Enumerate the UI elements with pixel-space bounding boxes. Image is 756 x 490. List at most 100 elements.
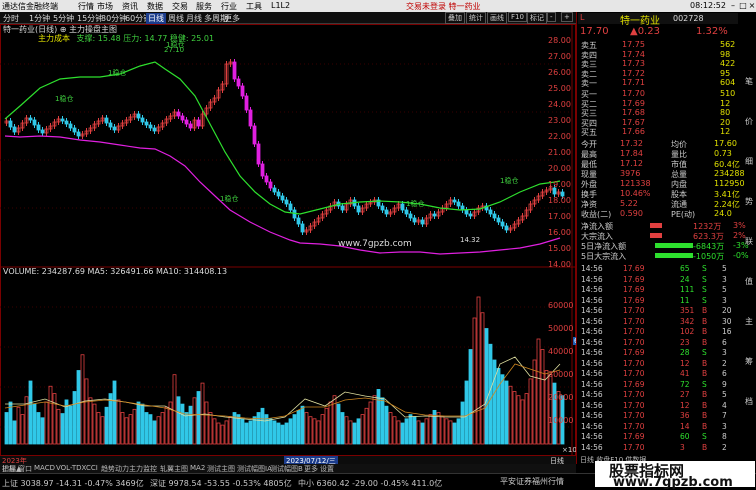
menu-item-market[interactable]: 市场	[97, 1, 113, 12]
menu-bar: 通达信金融终端 行情 市场 资讯 数据 交易 服务 行业 工具 L1L2 交易未…	[0, 0, 756, 12]
tick-time: 14:56	[581, 285, 603, 294]
tick-volume: 41	[680, 369, 690, 378]
candle-body	[152, 127, 157, 132]
volume-bar	[28, 380, 33, 445]
volume-bar	[172, 374, 177, 445]
pressure-line	[4, 61, 561, 215]
volume-bar	[452, 422, 457, 445]
bid-volume: 12	[720, 127, 731, 136]
candle-body	[136, 113, 141, 119]
tick-time: 14:56	[581, 379, 603, 389]
period-tab-weekly[interactable]: 周线	[168, 13, 184, 24]
ask-volume: 95	[720, 68, 731, 78]
period-tab-30min[interactable]: 30分钟	[101, 13, 127, 24]
tick-count: 6	[722, 337, 727, 347]
site-label: www.7gpzb.com	[338, 239, 412, 249]
close-icon[interactable]: ×	[747, 1, 756, 10]
side-tab[interactable]: 档	[744, 396, 754, 407]
tick-time: 14:56	[581, 400, 603, 410]
stock-code: 002728	[673, 14, 704, 23]
period-tab-monthly[interactable]: 月线	[186, 13, 202, 24]
period-tab-more[interactable]: 更多	[224, 13, 240, 24]
period-tab-5min[interactable]: 5分钟	[53, 13, 74, 24]
candle-body	[72, 127, 77, 133]
menu-item-service[interactable]: 服务	[196, 1, 212, 12]
volume-bar	[244, 422, 249, 445]
side-tab[interactable]: 价	[744, 116, 754, 127]
volume-bar	[156, 416, 161, 445]
app-title: 通达信金融终端	[2, 2, 58, 11]
volume-bar	[420, 422, 425, 445]
side-tab[interactable]: 势	[744, 196, 754, 207]
tick-count: 3	[722, 421, 727, 431]
volume-bar	[508, 385, 513, 445]
stat-value: 121338	[620, 179, 651, 188]
draw-button[interactable]: 画线	[487, 12, 507, 24]
signal-label-left: 1稳仓	[108, 69, 127, 77]
login-notice[interactable]: 交易未登录 特一药业	[406, 1, 481, 12]
candle-body	[256, 143, 261, 165]
tick-time: 14:56	[581, 264, 603, 273]
stats-button[interactable]: 统计	[466, 12, 486, 24]
tick-time: 14:56	[581, 316, 603, 326]
volume-bar	[212, 418, 217, 445]
bid-label: 买五	[581, 128, 597, 137]
candle-body	[504, 225, 509, 231]
tick-time: 14:56	[581, 421, 603, 431]
menu-item-l1l2[interactable]: L1L2	[271, 1, 290, 10]
volume-bar	[180, 403, 185, 445]
menu-item-news[interactable]: 资讯	[122, 1, 138, 12]
kline-chart[interactable]	[0, 24, 576, 456]
menu-item-tools[interactable]: 工具	[246, 1, 262, 12]
candle-body	[384, 209, 389, 215]
volume-bar	[388, 412, 393, 445]
volume-bar	[268, 418, 273, 445]
side-tab[interactable]: 细	[744, 156, 754, 167]
volume-bar	[436, 412, 441, 445]
side-tab[interactable]: 主	[744, 316, 754, 327]
tick-volume: 351	[680, 306, 695, 315]
volume-tick: 50000	[548, 324, 574, 333]
tick-price: 17.70	[623, 390, 645, 399]
flow-bar	[650, 223, 662, 228]
menu-item-industry[interactable]: 行业	[221, 1, 237, 12]
period-tab-15min[interactable]: 15分钟	[77, 13, 103, 24]
candle-body	[264, 175, 269, 183]
volume-bar	[260, 407, 265, 445]
zoom-out-button[interactable]: -	[547, 12, 556, 22]
side-tab[interactable]: 联	[744, 236, 754, 247]
expand-button[interactable]: 扩展▲	[2, 464, 21, 474]
period-tab-1min[interactable]: 1分钟	[29, 13, 50, 24]
tick-price: 17.70	[623, 316, 645, 326]
tick-volume: 28	[680, 348, 690, 357]
menu-item-quote[interactable]: 行情	[78, 1, 94, 12]
candle-body	[188, 123, 193, 129]
volume-bar	[276, 422, 281, 445]
tick-count: 2	[722, 442, 727, 452]
mark-button[interactable]: 标记	[527, 12, 547, 24]
side-tab[interactable]: 笔	[744, 76, 754, 87]
candle-body	[36, 124, 41, 131]
volume-bar	[488, 343, 493, 445]
side-tab[interactable]: 筹	[744, 356, 754, 367]
candle-body	[404, 209, 409, 215]
tick-count: 8	[722, 432, 727, 441]
f10-button[interactable]: F10	[508, 12, 527, 22]
volume-bar	[20, 414, 25, 445]
candle-body	[432, 213, 437, 217]
volume-bar	[532, 359, 537, 445]
zoom-in-button[interactable]: +	[561, 12, 573, 22]
tick-time: 14:56	[581, 390, 603, 399]
expand-row: 扩展▲	[0, 464, 576, 473]
candle-body	[176, 111, 181, 117]
menu-item-data[interactable]: 数据	[147, 1, 163, 12]
menu-item-trade[interactable]: 交易	[172, 1, 188, 12]
period-tab-timeshare[interactable]: 分时	[3, 13, 19, 24]
side-tab[interactable]: 值	[744, 276, 754, 287]
overlay-button[interactable]: 叠加	[445, 12, 465, 24]
volume-bar	[308, 416, 313, 445]
tick-volume: 12	[680, 358, 690, 368]
period-tab-daily[interactable]: 日线	[146, 13, 166, 24]
volume-bar	[152, 420, 157, 445]
minimize-icon[interactable]: –	[728, 1, 738, 10]
